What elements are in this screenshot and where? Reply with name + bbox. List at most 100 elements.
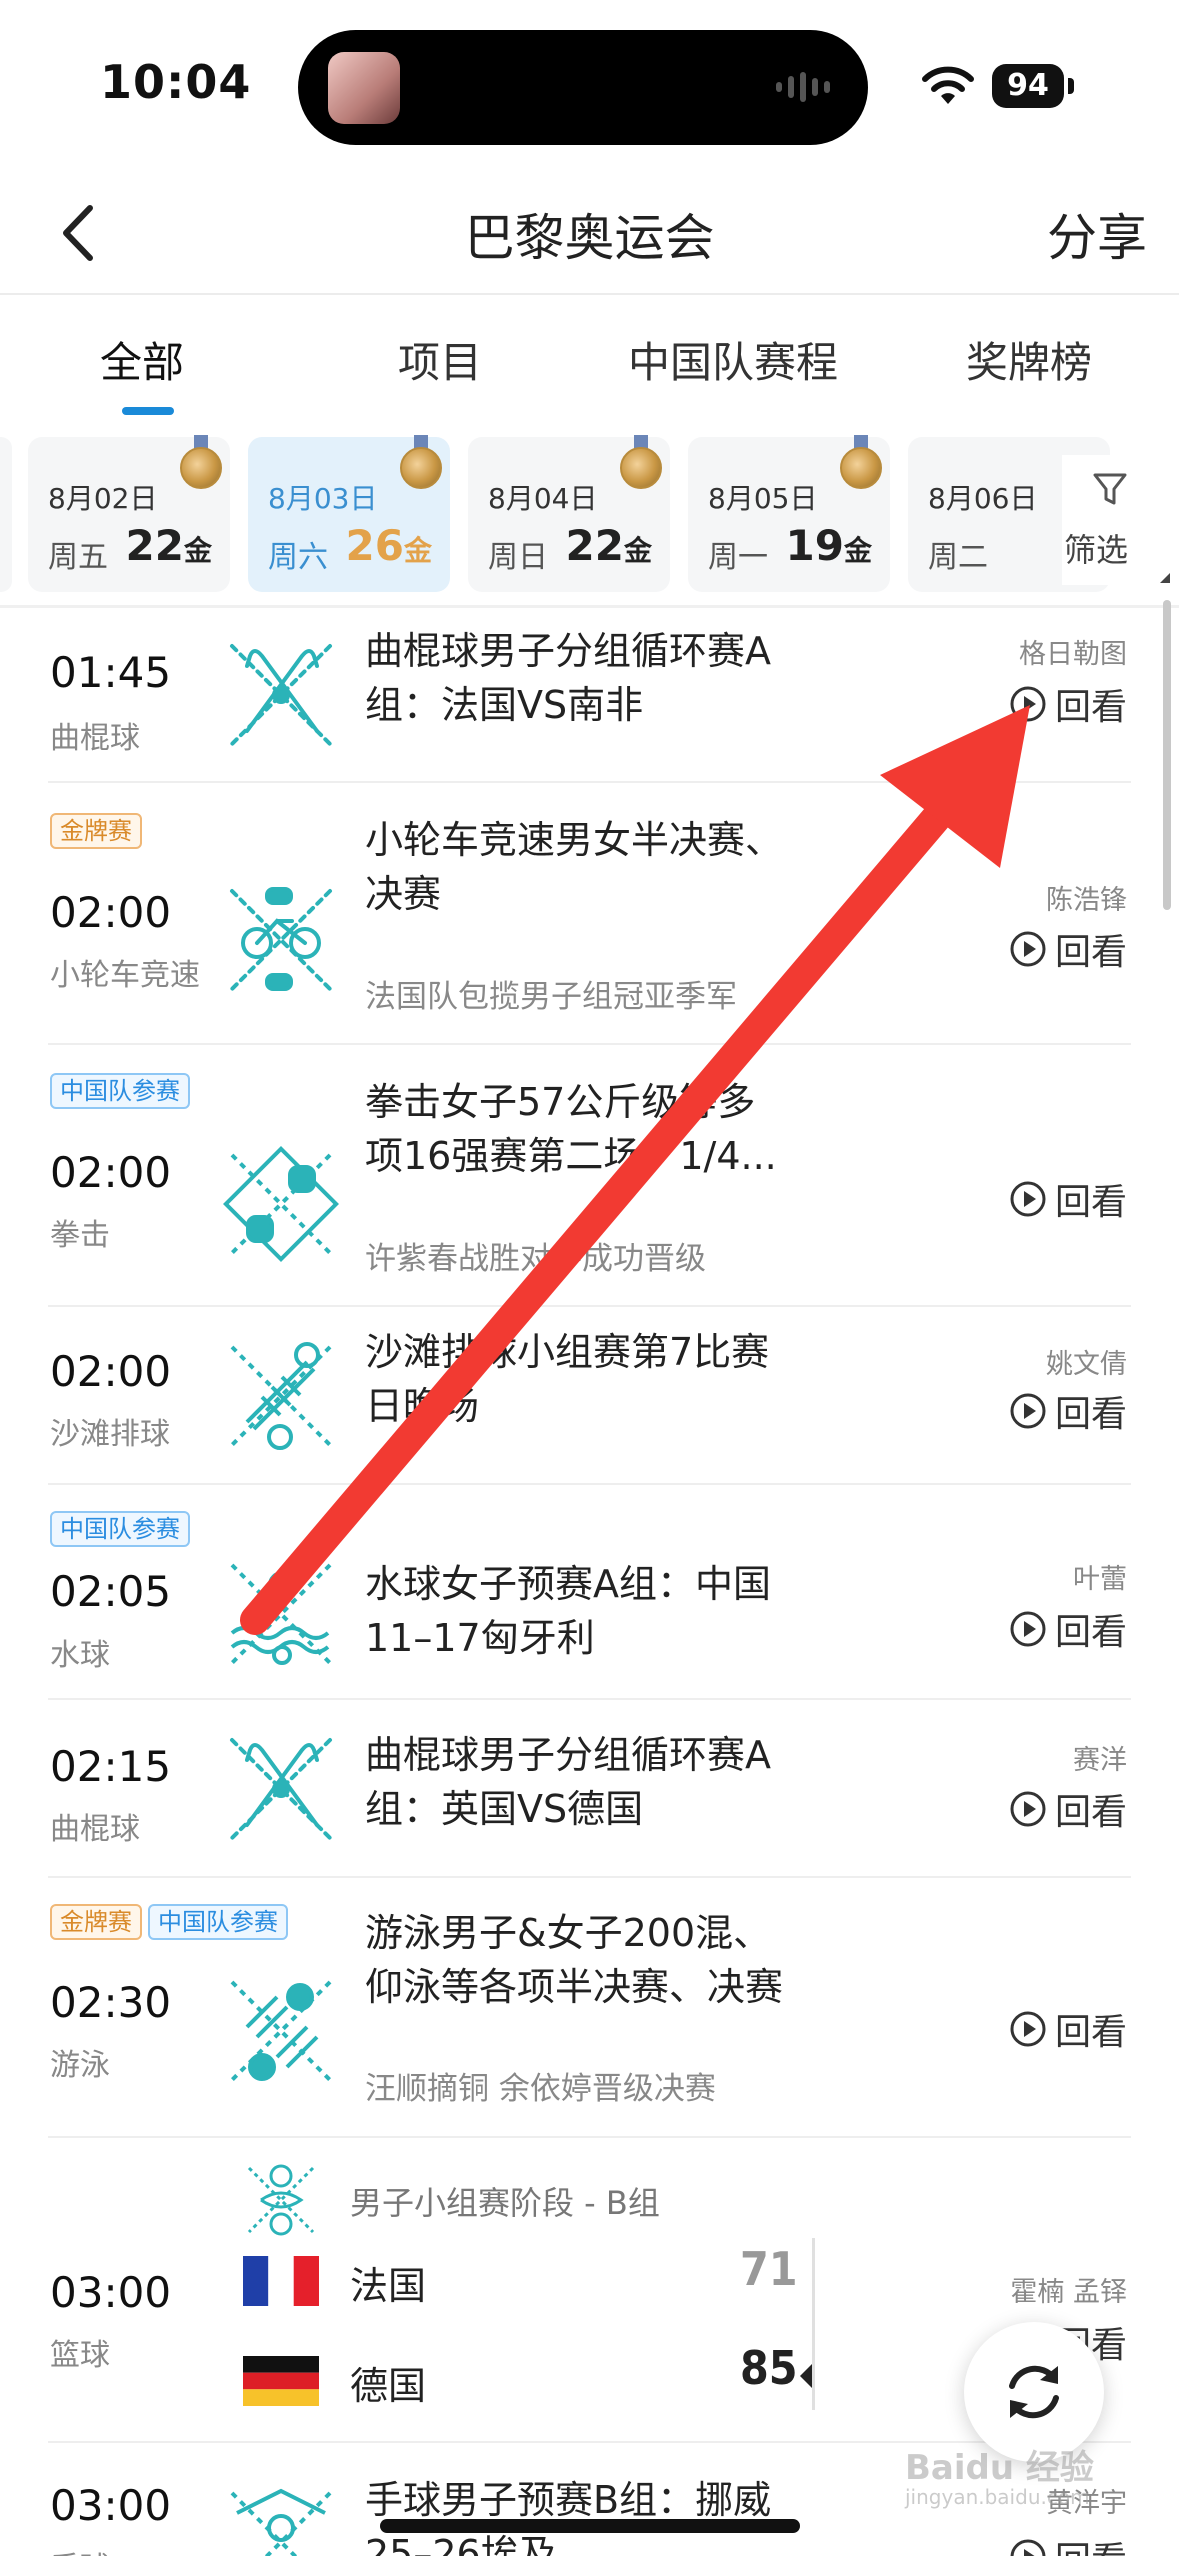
replay-button[interactable]: 回看 xyxy=(1009,923,1127,975)
event-title: 小轮车竞速男女半决赛、 决赛 xyxy=(365,818,784,916)
replay-button[interactable]: 回看 xyxy=(1009,1173,1127,1225)
list-item[interactable]: 金牌赛 02:00 小轮车竞速 小轮车竞速男女半决赛、 决赛 法国队包揽男子组冠亚… xyxy=(0,783,1179,1045)
replay-button[interactable]: 回看 xyxy=(1009,2003,1127,2055)
match-stage: 男子小组赛阶段 - B组 xyxy=(350,2184,660,2222)
nav-bar: 巴黎奥运会 分享 xyxy=(0,170,1179,295)
commentator: 格日勒图 xyxy=(1019,639,1127,670)
gold-medal-icon xyxy=(838,435,884,495)
replay-button[interactable]: 回看 xyxy=(1009,1603,1127,1655)
event-sport: 沙滩排球 xyxy=(50,1417,170,1452)
date-card-previous[interactable] xyxy=(0,437,12,592)
china-team-badge: 中国队参赛 xyxy=(50,1073,190,1109)
gold-medal-icon xyxy=(618,435,664,495)
event-title: 曲棍球男子分组循环赛A 组：法国VS南非 xyxy=(365,629,771,727)
commentator: 姚文倩 xyxy=(1046,1349,1127,1380)
share-button[interactable]: 分享 xyxy=(1047,198,1147,270)
date-label: 8月06日 xyxy=(928,482,1038,515)
event-time: 02:00 xyxy=(50,1347,172,1396)
tab-medal-table[interactable]: 奖牌榜 xyxy=(966,329,1092,390)
date-label: 8月05日 xyxy=(708,482,818,515)
battery-tip xyxy=(1068,78,1074,94)
event-title: 水球女子预赛A组：中国 11–17匈牙利 xyxy=(365,1562,771,1660)
date-card[interactable]: 8月04日 周日 22金 xyxy=(468,435,670,592)
list-item[interactable]: 中国队参赛 02:00 拳击 拳击女子57公斤级等多 项16强赛第二场、1/4..… xyxy=(0,1045,1179,1307)
filter-label: 筛选 xyxy=(1064,531,1129,569)
france-flag-icon xyxy=(243,2256,319,2306)
basketball-icon xyxy=(247,2164,315,2236)
swimming-icon xyxy=(230,1980,332,2082)
team-score: 85 xyxy=(740,2341,798,2395)
event-sport: 手球 xyxy=(50,2543,110,2556)
date-card[interactable]: 8月02日 周五 22金 xyxy=(28,435,230,592)
tab-bar: 全部 项目 中国队赛程 奖牌榜 xyxy=(0,297,1179,419)
filter-button[interactable]: 筛选 xyxy=(1062,455,1179,585)
winner-marker-icon xyxy=(800,2364,812,2388)
commentator: 霍楠 孟铎 xyxy=(1010,2277,1127,2308)
event-time: 01:45 xyxy=(50,648,172,697)
filter-funnel-icon xyxy=(1093,473,1127,505)
china-team-badge: 中国队参赛 xyxy=(148,1904,288,1940)
replay-button[interactable]: 回看 xyxy=(1009,1783,1127,1835)
date-card-selected[interactable]: 8月03日 周六 26金 xyxy=(248,435,450,592)
date-card[interactable]: 8月05日 周一 19金 xyxy=(688,435,890,592)
tab-all[interactable]: 全部 xyxy=(100,329,184,390)
status-time: 10:04 xyxy=(100,55,252,109)
germany-flag-icon xyxy=(243,2356,319,2406)
gold-medal-icon xyxy=(178,435,224,495)
team-name: 法国 xyxy=(350,2264,427,2308)
wifi-icon xyxy=(922,66,974,104)
play-circle-icon xyxy=(1010,931,1046,967)
event-title: 拳击女子57公斤级等多 项16强赛第二场、1/4... xyxy=(365,1080,777,1178)
list-item[interactable]: 金牌赛 中国队参赛 02:30 游泳 游泳男子&女子200混、 仰泳等各项半决赛、… xyxy=(0,1878,1179,2138)
play-circle-icon xyxy=(1010,1791,1046,1827)
page-title: 巴黎奥运会 xyxy=(464,209,715,267)
event-time: 02:05 xyxy=(50,1567,172,1616)
water-polo-icon xyxy=(230,1563,332,1665)
replay-button[interactable]: 回看 xyxy=(1009,1385,1127,1437)
date-label: 8月02日 xyxy=(48,482,158,515)
now-playing-artwork xyxy=(328,52,400,124)
event-sport: 曲棍球 xyxy=(50,1812,140,1847)
event-sport: 曲棍球 xyxy=(50,721,140,756)
gold-count: 22金 xyxy=(565,521,652,570)
home-indicator[interactable] xyxy=(380,2519,800,2533)
bmx-icon xyxy=(230,887,332,991)
list-item[interactable]: 中国队参赛 02:05 水球 水球女子预赛A组：中国 11–17匈牙利 叶蕾 回看 xyxy=(0,1485,1179,1700)
hockey-icon xyxy=(230,1738,332,1840)
refresh-icon xyxy=(1009,2365,1059,2419)
event-time: 02:30 xyxy=(50,1978,172,2027)
event-sport: 小轮车竞速 xyxy=(50,958,200,993)
event-title: 沙滩排球小组赛第7比赛 日晚场 xyxy=(365,1330,770,1428)
scrollbar[interactable] xyxy=(1163,600,1171,910)
gold-count: 26金 xyxy=(345,521,432,570)
boxing-icon xyxy=(223,1146,339,1262)
event-sport: 篮球 xyxy=(50,2338,110,2373)
tab-events[interactable]: 项目 xyxy=(398,329,482,390)
date-label: 8月04日 xyxy=(488,482,598,515)
china-team-badge: 中国队参赛 xyxy=(50,1511,190,1547)
play-circle-icon xyxy=(1010,686,1046,722)
weekday-label: 周日 xyxy=(488,540,548,575)
event-time: 02:15 xyxy=(50,1742,172,1791)
event-title: 游泳男子&女子200混、 仰泳等各项半决赛、决赛 xyxy=(365,1911,784,2009)
tab-china-schedule[interactable]: 中国队赛程 xyxy=(628,329,838,390)
date-label: 8月03日 xyxy=(268,482,378,515)
gold-count: 22金 xyxy=(125,521,212,570)
dynamic-island[interactable] xyxy=(298,30,868,145)
list-item[interactable]: 02:00 沙滩排球 沙滩排球小组赛第7比赛 日晚场 姚文倩 回看 xyxy=(0,1307,1179,1485)
audio-waveform-icon xyxy=(776,72,836,102)
gold-match-badge: 金牌赛 xyxy=(50,1904,142,1940)
event-time: 03:00 xyxy=(50,2481,172,2530)
list-item[interactable]: 01:45 曲棍球 曲棍球男子分组循环赛A 组：法国VS南非 格日勒图 回看 xyxy=(0,608,1179,783)
event-subtitle: 许紫春战胜对手成功晋级 xyxy=(365,1241,706,1277)
event-title: 曲棍球男子分组循环赛A 组：英国VS德国 xyxy=(365,1733,771,1831)
event-time: 02:00 xyxy=(50,888,172,937)
gold-count: 19金 xyxy=(785,521,872,570)
replay-button[interactable]: 回看 xyxy=(1009,678,1127,730)
gold-match-badge: 金牌赛 xyxy=(50,813,142,849)
event-time: 03:00 xyxy=(50,2268,172,2317)
replay-button[interactable]: 回看 xyxy=(1009,2531,1127,2556)
list-item[interactable]: 02:15 曲棍球 曲棍球男子分组循环赛A 组：英国VS德国 赛洋 回看 xyxy=(0,1700,1179,1878)
hockey-icon xyxy=(230,644,332,746)
score-divider xyxy=(812,2238,815,2410)
